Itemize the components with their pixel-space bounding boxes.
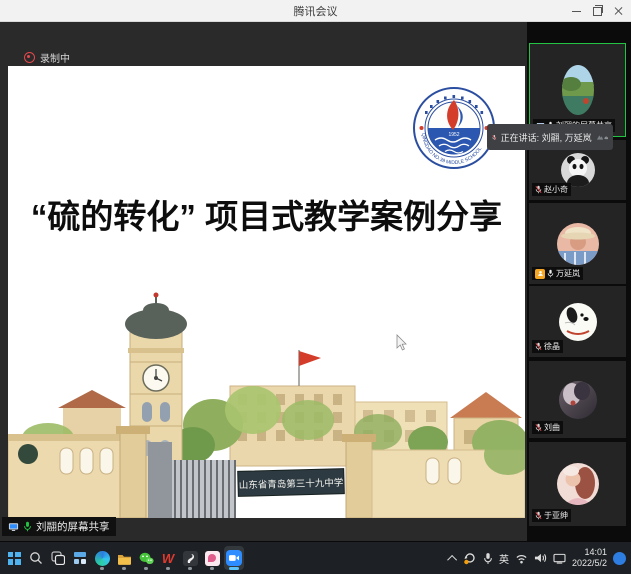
restore-button[interactable] <box>587 0 608 22</box>
windows-logo-icon <box>8 552 21 565</box>
sync-tray-icon[interactable] <box>463 551 477 565</box>
window-controls <box>566 0 629 22</box>
notification-badge[interactable] <box>613 552 626 565</box>
slide-title: “硫的转化” 项目式教学案例分享 <box>8 190 525 238</box>
participant-nameplate: 万延岚 <box>532 267 583 280</box>
close-button[interactable] <box>608 0 629 22</box>
cast-icon[interactable] <box>553 553 566 564</box>
task-view-button[interactable] <box>48 546 68 570</box>
mic-muted-icon <box>535 423 542 432</box>
edge-button[interactable] <box>92 546 112 570</box>
taskbar: W 英 <box>0 541 631 574</box>
start-button[interactable] <box>4 546 24 570</box>
clock-time: 14:01 <box>572 547 607 558</box>
participant-nameplate: 徐晶 <box>532 340 563 353</box>
system-tray: 英 14:01 2022/5/2 <box>450 547 631 569</box>
participants-sidebar: 刘翮的屏幕共享 <box>527 22 631 541</box>
recording-indicator: 录制中 <box>24 50 70 65</box>
participant-tile-wanyanlan[interactable]: 万延岚 <box>529 203 626 284</box>
participant-tile-yuyashen[interactable]: 于亚绅 <box>529 442 626 526</box>
tray-overflow-icon[interactable] <box>447 554 457 564</box>
restore-icon <box>593 7 602 16</box>
file-explorer-button[interactable] <box>114 546 134 570</box>
avatar <box>561 153 595 187</box>
participant-tile-liuqu[interactable]: 刘曲 <box>529 361 626 438</box>
participant-nameplate: 刘曲 <box>532 421 563 434</box>
ime-indicator[interactable]: 英 <box>499 551 509 566</box>
tencent-meeting-icon <box>226 550 242 566</box>
avatar <box>561 64 595 116</box>
avatar <box>557 223 599 265</box>
minimize-button[interactable] <box>566 0 587 22</box>
recording-icon <box>24 52 35 63</box>
widgets-button[interactable] <box>70 546 90 570</box>
participant-tile-liuhe[interactable]: 刘翮的屏幕共享 <box>529 43 626 137</box>
wifi-icon[interactable] <box>515 553 528 564</box>
emblem-year: 1952 <box>448 132 459 138</box>
participant-name: 赵小奇 <box>544 184 568 195</box>
mic-muted-icon <box>535 185 542 194</box>
widgets-icon <box>73 551 87 565</box>
avatar <box>559 381 597 419</box>
edge-icon <box>95 551 110 566</box>
taskbar-clock[interactable]: 14:01 2022/5/2 <box>572 547 607 569</box>
host-badge-icon <box>535 269 545 279</box>
mic-muted-icon <box>492 132 497 143</box>
recording-label: 录制中 <box>40 50 70 65</box>
avatar <box>557 463 599 505</box>
mic-muted-icon <box>535 342 542 351</box>
clock-date: 2022/5/2 <box>572 558 607 569</box>
media-app-icon <box>183 551 198 566</box>
wall-sign <box>18 444 38 464</box>
window-title: 腾讯会议 <box>294 3 338 19</box>
avatar <box>559 303 597 341</box>
search-icon <box>29 551 43 565</box>
participant-name: 于亚绅 <box>544 510 568 521</box>
taskbar-apps: W <box>0 546 244 570</box>
red-flag <box>299 351 321 366</box>
gate-sign: 山东省青岛第三十九中学 <box>238 469 345 497</box>
wps-icon: W <box>162 552 174 565</box>
folder-icon <box>117 552 132 565</box>
emblem-star-left <box>420 126 424 130</box>
screen-share-badge: 刘翮的屏幕共享 <box>2 517 116 536</box>
screen-share-icon <box>8 522 19 532</box>
toast-watermark-icon <box>596 131 608 144</box>
participant-nameplate: 于亚绅 <box>532 509 571 522</box>
volume-icon[interactable] <box>534 552 547 564</box>
tencent-meeting-button[interactable] <box>224 546 244 570</box>
mic-on-icon <box>547 269 554 278</box>
close-icon <box>614 6 624 16</box>
wechat-icon <box>139 552 154 565</box>
photo-app-button[interactable] <box>202 546 222 570</box>
minimize-icon <box>572 11 581 12</box>
wechat-button[interactable] <box>136 546 156 570</box>
participant-nameplate: 赵小奇 <box>532 183 571 196</box>
participant-name: 徐晶 <box>544 341 560 352</box>
task-view-icon <box>51 551 65 565</box>
wps-button[interactable]: W <box>158 546 178 570</box>
mic-on-icon <box>23 521 32 532</box>
shared-screen-slide: QINGDAO NO.39 MIDDLE SCHOOL 1952 “硫的转化” … <box>8 66 525 518</box>
participant-tile-xujing[interactable]: 徐晶 <box>529 286 626 357</box>
mic-muted-icon <box>535 511 542 520</box>
window-titlebar: 腾讯会议 <box>0 0 631 22</box>
meeting-window: 录制中 QINGDAO NO.39 MIDDLE SCHOOL <box>0 22 631 541</box>
share-badge-label: 刘翮的屏幕共享 <box>36 519 110 534</box>
desktop-screen: 腾讯会议 录制中 <box>0 0 631 574</box>
campus-illustration: 山东省青岛第三十九中学 <box>8 290 525 518</box>
school-emblem-icon: QINGDAO NO.39 MIDDLE SCHOOL 1952 <box>412 86 496 170</box>
mic-tray-icon[interactable] <box>483 552 493 565</box>
participant-name: 万延岚 <box>556 268 580 279</box>
media-app-button[interactable] <box>180 546 200 570</box>
speaking-toast: 正在讲话: 刘翮, 万延岚 <box>487 124 613 150</box>
speaking-toast-text: 正在讲话: 刘翮, 万延岚 <box>501 131 592 144</box>
photo-app-icon <box>205 551 220 566</box>
search-button[interactable] <box>26 546 46 570</box>
participant-name: 刘曲 <box>544 422 560 433</box>
mouse-cursor-icon <box>396 334 407 351</box>
